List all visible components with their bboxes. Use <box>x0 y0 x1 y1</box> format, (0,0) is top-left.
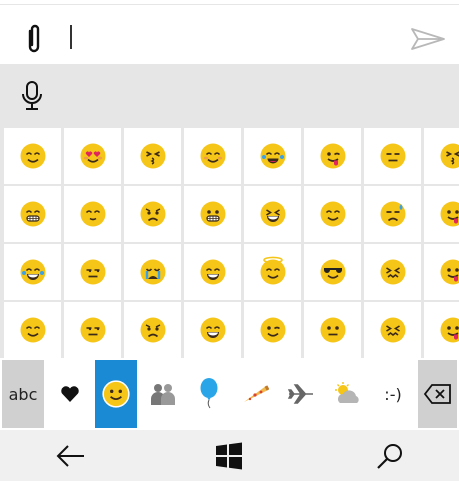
grimacing-face-icon <box>200 201 225 227</box>
emoji-key-smiling-face[interactable] <box>4 128 61 184</box>
laughing-tears-face-icon <box>260 143 285 169</box>
search-icon <box>377 444 402 469</box>
weather-icon <box>335 382 359 403</box>
balloon-icon <box>200 378 218 409</box>
pizza-icon <box>244 385 269 402</box>
category-key-smiley[interactable] <box>95 360 137 428</box>
crying-laughing-face-icon <box>20 259 45 285</box>
grinning-face-icon <box>200 259 225 285</box>
emoji-key-frowning-face[interactable] <box>124 302 181 358</box>
emoji-key-crying-laughing-face[interactable] <box>4 244 61 300</box>
kissing-face-icon <box>140 143 165 169</box>
halo-face-icon <box>260 256 285 285</box>
loudly-crying-face-icon <box>140 259 165 285</box>
blushing-face-icon <box>200 143 225 169</box>
category-key-people[interactable] <box>142 360 184 428</box>
emoji-key-kissing-face-partial[interactable] <box>424 128 459 184</box>
emoji-key-halo-face[interactable] <box>244 244 301 300</box>
system-nav-bar <box>0 430 459 481</box>
back-button[interactable] <box>40 436 100 476</box>
send-icon[interactable] <box>410 27 446 51</box>
tongue-face-partial-icon <box>440 259 459 285</box>
dictation-bar <box>0 64 459 126</box>
persevering-face-icon <box>380 317 405 343</box>
backspace-icon <box>423 384 451 404</box>
emoji-key-grinning-face[interactable] <box>184 302 241 358</box>
emoji-grid <box>0 126 459 358</box>
winking-face-icon <box>260 317 285 343</box>
grinning-teeth-face-icon <box>20 201 45 227</box>
category-key-abc[interactable]: abc <box>2 360 44 428</box>
windows-icon <box>216 442 242 470</box>
start-button[interactable] <box>199 436 259 476</box>
emoji-key-tongue-out-face[interactable] <box>304 128 361 184</box>
category-key-weather[interactable] <box>326 360 368 428</box>
emoji-key-neutral-face[interactable] <box>304 302 361 358</box>
emoji-key-blushing-face[interactable] <box>184 128 241 184</box>
heart-eyes-face-icon <box>80 143 105 169</box>
microphone-icon[interactable] <box>20 80 44 112</box>
search-button[interactable] <box>360 436 420 476</box>
category-key-pizza[interactable] <box>234 360 276 428</box>
emoji-key-expressionless-face[interactable] <box>364 128 421 184</box>
emoji-category-bar: abc :-) <box>0 358 459 430</box>
squinting-laugh-face-icon <box>260 201 285 227</box>
emoji-key-sunglasses-face[interactable] <box>304 244 361 300</box>
worried-face-icon <box>140 201 165 227</box>
back-arrow-icon <box>56 445 84 467</box>
smiley-icon <box>102 380 130 408</box>
emoji-key-kissing-face[interactable] <box>124 128 181 184</box>
smiling-face-icon <box>20 143 45 169</box>
category-key-airplane[interactable] <box>280 360 322 428</box>
heart-icon <box>61 386 79 402</box>
unamused-face-icon <box>80 259 105 285</box>
category-key-text-emoticons[interactable]: :-) <box>372 360 414 428</box>
paperclip-icon[interactable] <box>22 23 46 55</box>
emoji-key-unamused-face[interactable] <box>64 302 121 358</box>
smiling-face-icon <box>20 317 45 343</box>
tongue-out-face-icon <box>320 143 345 169</box>
kissing-face-partial-icon <box>440 143 459 169</box>
neutral-face-icon <box>320 317 345 343</box>
emoji-key-persevering-face[interactable] <box>364 302 421 358</box>
people-icon <box>151 384 175 405</box>
emoji-key-laughing-tears-face[interactable] <box>244 128 301 184</box>
emoji-key-relieved-face[interactable] <box>64 186 121 242</box>
sunglasses-face-icon <box>320 259 345 285</box>
category-key-balloon[interactable] <box>188 360 230 428</box>
grinning-face-icon <box>200 317 225 343</box>
emoji-key-squinting-laugh-face[interactable] <box>244 186 301 242</box>
emoji-key-winking-face[interactable] <box>244 302 301 358</box>
emoji-key-unamused-face[interactable] <box>64 244 121 300</box>
emoji-key-loudly-crying-face[interactable] <box>124 244 181 300</box>
unamused-face-icon <box>80 317 105 343</box>
emoji-key-tongue-face-partial[interactable] <box>424 244 459 300</box>
emoji-key-worried-face[interactable] <box>124 186 181 242</box>
airplane-icon <box>287 384 313 404</box>
emoji-key-grimacing-face[interactable] <box>184 186 241 242</box>
emoji-key-confounded-face[interactable] <box>364 244 421 300</box>
confounded-face-icon <box>380 259 405 285</box>
emoji-key-tongue-face-partial[interactable] <box>424 186 459 242</box>
frowning-face-icon <box>140 317 165 343</box>
category-label: abc <box>8 384 38 404</box>
category-label: :-) <box>384 384 402 404</box>
category-key-heart[interactable] <box>49 360 91 428</box>
tongue-face-partial-icon <box>440 317 459 343</box>
category-key-backspace[interactable] <box>418 360 457 428</box>
emoji-key-tongue-face-partial[interactable] <box>424 302 459 358</box>
message-input[interactable] <box>70 25 72 49</box>
relieved-face-icon <box>80 201 105 227</box>
emoji-key-heart-eyes-face[interactable] <box>64 128 121 184</box>
emoji-key-smiling-face[interactable] <box>304 186 361 242</box>
emoji-key-grinning-face[interactable] <box>184 244 241 300</box>
expressionless-face-icon <box>380 143 405 169</box>
emoji-key-grinning-teeth-face[interactable] <box>4 186 61 242</box>
emoji-key-sweat-face[interactable] <box>364 186 421 242</box>
sweat-face-icon <box>380 201 405 227</box>
emoji-key-smiling-face[interactable] <box>4 302 61 358</box>
tongue-face-partial-icon <box>440 201 459 227</box>
compose-bar <box>0 5 459 63</box>
smiling-face-icon <box>320 201 345 227</box>
